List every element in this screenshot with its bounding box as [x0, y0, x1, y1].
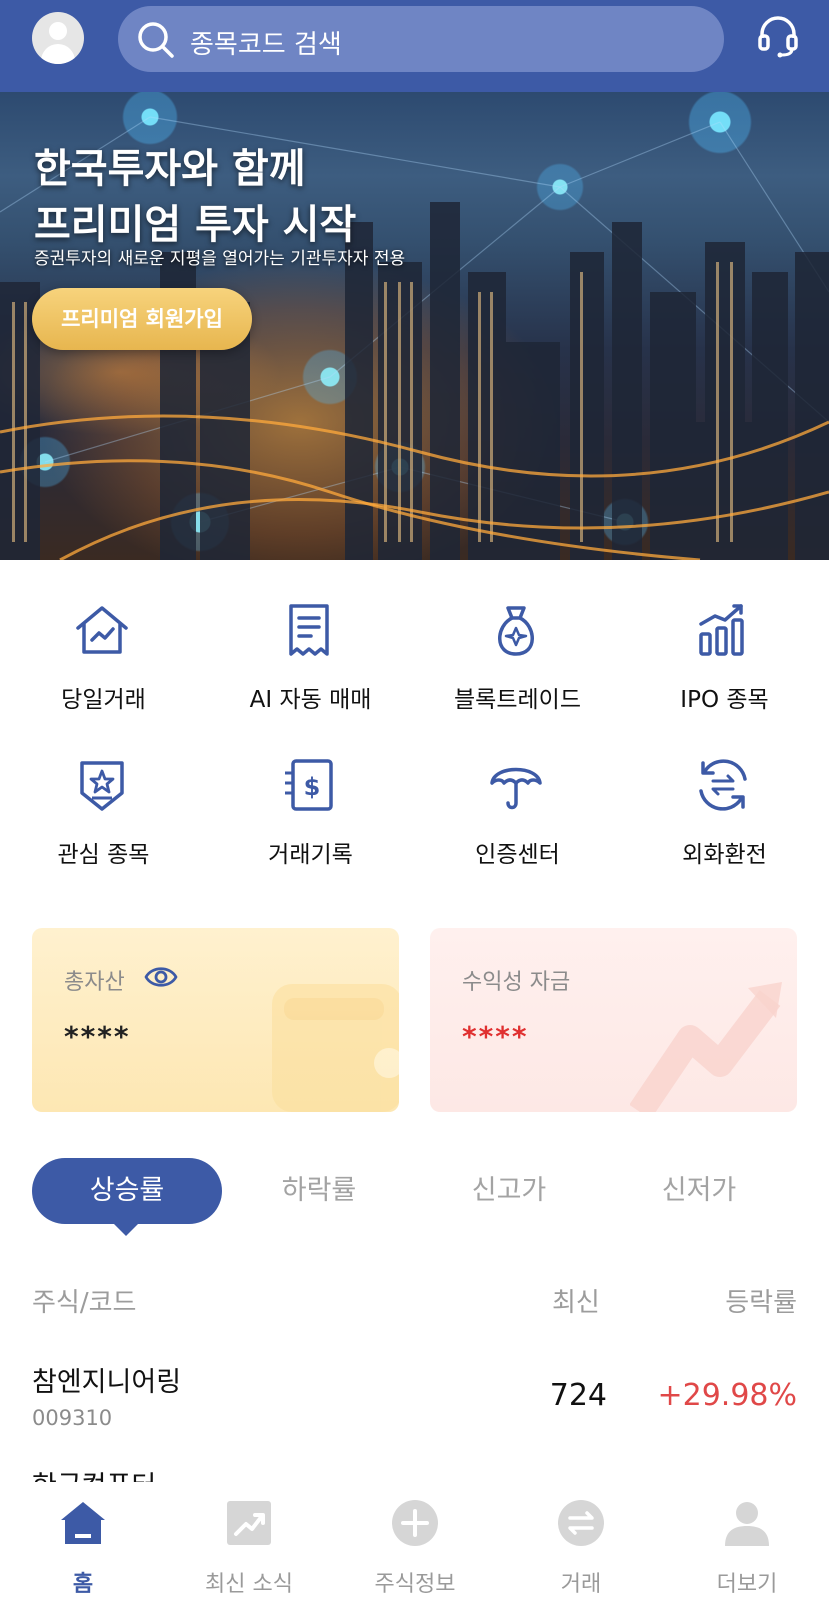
top-bar: 종목코드 검색 — [0, 0, 829, 92]
profit-funds-label: 수익성 자금 — [462, 970, 571, 995]
nav-stock-info[interactable]: 주식정보 — [332, 1482, 498, 1612]
plus-circle-icon — [392, 1500, 438, 1546]
nav-label: 홈 — [72, 1572, 94, 1597]
active-tab-pointer — [112, 1222, 140, 1236]
svg-text:$: $ — [304, 773, 321, 801]
profit-funds-card[interactable]: 수익성 자금 **** — [430, 928, 797, 1112]
nav-latest-news[interactable]: 최신 소식 — [166, 1482, 332, 1612]
tab-losers[interactable]: 하락률 — [224, 1158, 414, 1224]
menu-label: 관심 종목 — [57, 842, 150, 868]
home-icon — [61, 1502, 105, 1544]
total-assets-label: 총자산 — [64, 970, 125, 995]
menu-label: 거래기록 — [268, 842, 353, 868]
search-bar[interactable]: 종목코드 검색 — [118, 6, 724, 72]
money-bag-icon — [498, 606, 534, 656]
menu-ipo[interactable]: IPO 종목 — [621, 600, 821, 740]
stock-change: +29.98% — [657, 1378, 797, 1413]
nav-label: 최신 소식 — [205, 1572, 293, 1597]
menu-label: AI 자동 매매 — [249, 687, 372, 713]
star-badge-icon — [80, 761, 124, 811]
menu-label: 당일거래 — [61, 687, 146, 713]
stock-price: 724 — [549, 1378, 607, 1413]
nav-trade[interactable]: 거래 — [498, 1482, 664, 1612]
premium-signup-button[interactable]: 프리미엄 회원가입 — [32, 288, 252, 350]
bar-chart-icon — [699, 604, 744, 656]
menu-label: 외화환전 — [682, 842, 767, 868]
menu-label: IPO 종목 — [680, 687, 769, 713]
exchange-circle-icon — [558, 1500, 604, 1546]
trend-arrow-decoration — [630, 982, 782, 1112]
column-header-price: 최신 — [552, 1288, 600, 1318]
search-icon — [138, 22, 174, 58]
eye-icon[interactable] — [144, 962, 178, 992]
nav-more[interactable]: 더보기 — [664, 1482, 829, 1612]
menu-trade-history[interactable]: $ 거래기록 — [207, 755, 407, 895]
banner-title-line1: 한국투자와 함께 — [34, 146, 306, 192]
user-avatar-icon[interactable] — [32, 12, 84, 64]
menu-ai-auto-trading[interactable]: AI 자동 매매 — [207, 600, 407, 740]
bottom-navigation: 홈 최신 소식 주식정보 거래 더보기 — [0, 1482, 829, 1612]
column-header-change: 등락률 — [725, 1288, 797, 1318]
exchange-icon — [699, 759, 747, 811]
menu-watchlist[interactable]: 관심 종목 — [0, 755, 200, 895]
nav-home[interactable]: 홈 — [0, 1482, 166, 1612]
stock-code: 009310 — [32, 1406, 113, 1430]
nav-label: 더보기 — [716, 1572, 778, 1597]
tab-new-low[interactable]: 신저가 — [604, 1158, 794, 1224]
tab-gainers[interactable]: 상승률 — [32, 1158, 222, 1224]
menu-block-trade[interactable]: 블록트레이드 — [414, 600, 614, 740]
menu-currency-exchange[interactable]: 외화환전 — [621, 755, 821, 895]
umbrella-icon — [490, 767, 542, 810]
trend-news-icon — [227, 1501, 271, 1545]
column-header-stock: 주식/코드 — [32, 1288, 137, 1318]
profit-funds-value: **** — [462, 1020, 529, 1053]
banner-subtitle: 증권투자의 새로운 지평을 열어가는 기관투자자 전용 — [34, 249, 406, 269]
total-assets-value: **** — [64, 1020, 131, 1053]
receipt-icon — [289, 604, 329, 656]
total-assets-card[interactable]: 총자산 **** — [32, 928, 399, 1112]
dollar-document-icon: $ — [285, 759, 333, 811]
promo-banner[interactable]: 한국투자와 함께 프리미엄 투자 시작 증권투자의 새로운 지평을 열어가는 기… — [0, 92, 829, 560]
menu-certification-center[interactable]: 인증센터 — [414, 755, 614, 895]
person-icon — [725, 1502, 769, 1546]
nav-label: 주식정보 — [374, 1572, 456, 1597]
menu-label: 블록트레이드 — [454, 687, 581, 713]
house-chart-icon — [76, 606, 128, 654]
nav-label: 거래 — [560, 1572, 602, 1597]
banner-title-line2: 프리미엄 투자 시작 — [34, 202, 357, 248]
search-placeholder[interactable]: 종목코드 검색 — [190, 24, 342, 61]
stock-name: 참엔지니어링 — [32, 1367, 182, 1398]
menu-label: 인증센터 — [475, 842, 560, 868]
menu-day-trading[interactable]: 당일거래 — [0, 600, 200, 740]
headset-icon[interactable] — [756, 14, 800, 58]
wallet-decoration — [272, 984, 399, 1112]
tab-new-high[interactable]: 신고가 — [414, 1158, 604, 1224]
